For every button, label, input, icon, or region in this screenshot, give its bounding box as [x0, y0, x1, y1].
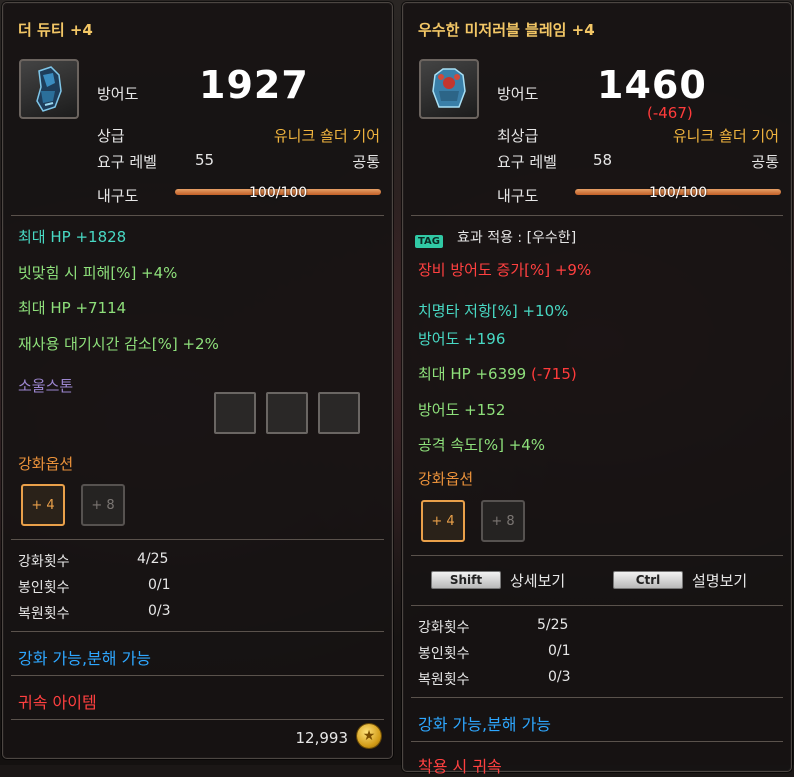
count-value: 5/25	[537, 617, 569, 633]
req-level-label: 요구 레벨	[497, 153, 557, 171]
stat-line: 공격 속도[%] +4%	[418, 436, 546, 454]
ctrl-key[interactable]: Ctrl	[613, 571, 683, 589]
tag-badge: TAG	[415, 229, 443, 248]
tradable-status: 강화 가능,분해 가능	[18, 649, 152, 668]
durability-label: 내구도	[497, 187, 539, 205]
class-restriction: 공통	[352, 153, 380, 171]
divider	[411, 215, 783, 216]
item-category: 유니크 숄더 기어	[672, 127, 779, 145]
grade-label: 최상급	[497, 127, 539, 145]
count-value: 0/3	[548, 669, 571, 685]
divider	[411, 555, 783, 556]
stat-line: 치명타 저항[%] +10%	[418, 302, 569, 320]
stat-line: 빗맞힘 시 피해[%] +4%	[18, 264, 178, 282]
stat-line: 최대 HP +7114	[18, 299, 127, 317]
grade-label: 상급	[97, 127, 125, 145]
enhance-option-plus8[interactable]: + 8	[81, 484, 125, 526]
count-label: 복원횟수	[18, 606, 70, 622]
durability-label: 내구도	[97, 187, 139, 205]
stat-line: 재사용 대기시간 감소[%] +2%	[18, 335, 219, 353]
divider	[11, 719, 384, 720]
enhance-option-plus8[interactable]: + 8	[481, 500, 525, 542]
defense-label: 방어도	[497, 85, 539, 103]
durability-text: 100/100	[649, 185, 708, 201]
stat-diff: (-715)	[531, 365, 577, 383]
tag-effect-label: 효과 적용 : [우수한]	[457, 230, 577, 246]
count-label: 봉인횟수	[18, 580, 70, 596]
enhance-option-plus4[interactable]: + 4	[21, 484, 65, 526]
count-label: 복원횟수	[418, 672, 470, 688]
req-level-label: 요구 레벨	[97, 153, 157, 171]
enhance-option-label: 강화옵션	[418, 470, 474, 488]
class-restriction: 공통	[751, 153, 779, 171]
count-label: 강화횟수	[418, 620, 470, 636]
divider	[11, 631, 384, 632]
divider	[411, 741, 783, 742]
stat-line: 최대 HP +1828	[18, 228, 127, 246]
tradable-status: 강화 가능,분해 가능	[418, 715, 552, 734]
defense-label: 방어도	[97, 85, 139, 103]
count-value: 0/1	[548, 643, 571, 659]
item-tooltip-right: 우수한 미저러블 블레임 +4 방어도 1460 (-467) 최상급 유니크 …	[402, 2, 792, 776]
item-category: 유니크 숄더 기어	[273, 127, 380, 145]
item-title: 더 듀티 +4	[18, 21, 93, 39]
count-value: 0/3	[148, 603, 171, 619]
item-tooltip-left: 더 듀티 +4 방어도 1927 상급 유니크 숄더 기어 요구 레벨 55 공…	[2, 2, 393, 759]
shift-hint: 상세보기	[510, 572, 566, 590]
divider	[11, 539, 384, 540]
defense-value: 1927	[199, 63, 309, 107]
bound-status: 착용 시 귀속	[418, 757, 502, 776]
divider	[411, 605, 783, 606]
divider	[11, 215, 384, 216]
tag-effect: 장비 방어도 증가[%] +9%	[418, 261, 592, 279]
stat-line: 방어도 +152	[418, 401, 506, 419]
req-level-value: 55	[195, 151, 215, 169]
ctrl-hint: 설명보기	[692, 572, 748, 590]
enhance-option-plus4[interactable]: + 4	[421, 500, 465, 542]
gold-coin-icon: ★	[357, 724, 381, 748]
soulstone-slot[interactable]	[214, 392, 256, 434]
shoulder-armor-blue-icon	[19, 59, 79, 119]
soulstone-slot[interactable]	[266, 392, 308, 434]
defense-diff: (-467)	[647, 104, 693, 122]
divider	[411, 697, 783, 698]
enhance-option-label: 강화옵션	[18, 455, 74, 473]
durability-text: 100/100	[249, 185, 308, 201]
count-label: 강화횟수	[18, 554, 70, 570]
stat-line: 방어도 +196	[418, 330, 506, 348]
soulstone-label: 소울스톤	[18, 377, 74, 395]
divider	[11, 675, 384, 676]
req-level-value: 58	[593, 151, 613, 169]
count-label: 봉인횟수	[418, 646, 470, 662]
count-value: 4/25	[137, 551, 169, 567]
count-value: 0/1	[148, 577, 171, 593]
stat-line: 최대 HP +6399 (-715)	[418, 365, 577, 383]
sell-price: 12,993	[295, 729, 349, 747]
bound-status: 귀속 아이템	[18, 693, 97, 712]
shift-key[interactable]: Shift	[431, 571, 501, 589]
soulstone-slot[interactable]	[318, 392, 360, 434]
chest-armor-blue-icon	[419, 59, 479, 119]
defense-value: 1460	[597, 63, 707, 107]
item-title: 우수한 미저러블 블레임 +4	[418, 21, 595, 39]
